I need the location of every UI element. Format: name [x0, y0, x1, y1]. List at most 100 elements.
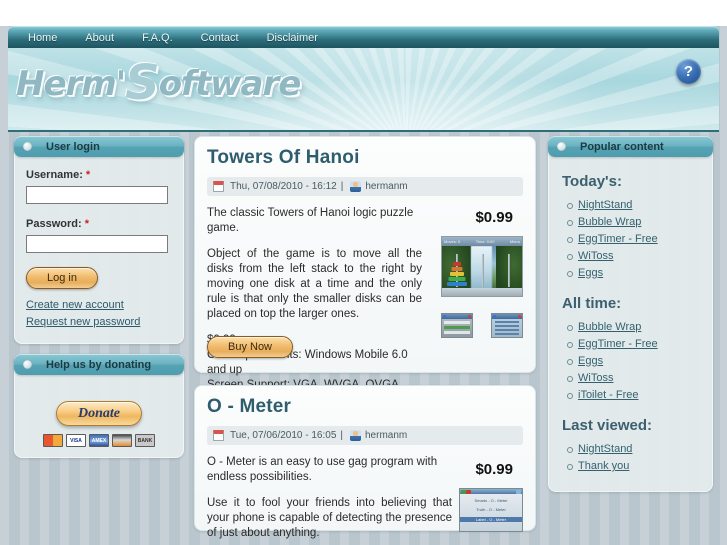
donate-title: Help us by donating — [46, 358, 152, 371]
list-item[interactable]: NightStand — [567, 443, 701, 455]
list-item[interactable]: NightStand — [567, 199, 701, 211]
thumb-icon-left — [443, 315, 446, 318]
ometer-line-3: Label - O - Meter — [460, 517, 522, 522]
popular-link[interactable]: EggTimer - Free — [578, 338, 658, 350]
popular-link[interactable]: Eggs — [578, 355, 603, 367]
username-label-text: Username: — [26, 169, 83, 181]
popular-link[interactable]: EggTimer - Free — [578, 233, 658, 245]
screenshot-hanoi-thumb-2[interactable] — [491, 313, 523, 338]
right-sidebar: Popular content Today's: NightStand Bubb… — [548, 136, 713, 502]
discover-icon — [112, 434, 132, 447]
popular-link[interactable]: Bubble Wrap — [578, 321, 641, 333]
username-required-mark: * — [85, 169, 91, 181]
donate-button[interactable]: Donate — [56, 401, 142, 426]
nav-item-about[interactable]: About — [85, 30, 114, 44]
main-content: Towers Of Hanoi Thu, 07/08/2010 - 16:12 … — [194, 136, 536, 543]
nav-link-contact[interactable]: Contact — [201, 32, 239, 44]
node-intro: O - Meter is an easy to use gag program … — [207, 456, 438, 483]
nav-link-about[interactable]: About — [85, 32, 114, 44]
mastercard-icon — [43, 434, 63, 447]
logo-part-2: oftware — [158, 64, 302, 104]
popular-link[interactable]: Thank you — [578, 460, 629, 472]
thumb-line-b — [495, 325, 519, 327]
list-item[interactable]: Eggs — [567, 267, 701, 279]
nav-item-disclaimer[interactable]: Disclaimer — [267, 30, 318, 44]
section-heading-last-viewed: Last viewed: — [562, 417, 653, 434]
popular-content-title: Popular content — [580, 140, 664, 153]
nav-link-faq[interactable]: F.A.Q. — [142, 32, 173, 44]
ometer-icon-blue — [516, 489, 521, 494]
list-item[interactable]: Eggs — [567, 355, 701, 367]
thumb-icon-right — [468, 315, 471, 318]
bullet-dot-icon — [557, 142, 566, 151]
node-description: Object of the game is to move all the di… — [207, 248, 422, 320]
popular-link[interactable]: NightStand — [578, 443, 632, 455]
popular-link[interactable]: iToilet - Free — [578, 389, 639, 401]
ometer-line-2: Truth - O - Meter — [476, 507, 506, 512]
section-heading-todays: Today's: — [562, 173, 622, 190]
popular-link[interactable]: Bubble Wrap — [578, 216, 641, 228]
site-logo[interactable]: Herm'Software — [16, 59, 302, 107]
node-title[interactable]: Towers Of Hanoi — [207, 147, 523, 169]
popular-list-all-time: Bubble Wrap EggTimer - Free Eggs WiToss … — [567, 321, 701, 401]
nav-item-contact[interactable]: Contact — [201, 30, 239, 44]
node-body: O - Meter is an easy to use gag program … — [207, 455, 452, 541]
bullet-dot-icon — [23, 360, 32, 369]
submitted-date: Thu, 07/08/2010 - 16:12 — [230, 181, 337, 192]
log-in-button[interactable]: Log in — [26, 267, 98, 289]
submitted-author[interactable]: hermanm — [365, 181, 407, 192]
list-item[interactable]: WiToss — [567, 250, 701, 262]
logo-part-1: Herm' — [16, 64, 126, 104]
donate-block-header: Help us by donating — [14, 354, 184, 375]
create-new-account-link[interactable]: Create new account — [26, 299, 172, 311]
nav-link-home[interactable]: Home — [28, 32, 57, 44]
node-o-meter: O - Meter Tue, 07/06/2010 - 16:05 | herm… — [194, 385, 536, 539]
thumb-line-a — [495, 321, 519, 323]
password-label-text: Password: — [26, 218, 82, 230]
user-login-title: User login — [46, 140, 100, 153]
popular-link[interactable]: WiToss — [578, 372, 613, 384]
popular-link[interactable]: Eggs — [578, 267, 603, 279]
screenshot-status-bar: Moves: 0 Time: 0:00 Menu — [442, 237, 522, 246]
page-columns: User login Username: * Password: * Log i… — [8, 136, 719, 545]
thumb-icon-left — [493, 315, 496, 318]
nav-item-faq[interactable]: F.A.Q. — [142, 30, 173, 44]
hanoi-tower-2 — [482, 254, 484, 287]
list-item[interactable]: iToilet - Free — [567, 389, 701, 401]
submitted-date: Tue, 07/06/2010 - 16:05 — [230, 430, 337, 441]
screenshot-bottom-bar — [442, 288, 522, 296]
submitted-author[interactable]: hermanm — [365, 430, 407, 441]
popular-list-last-viewed: NightStand Thank you — [567, 443, 701, 472]
list-item[interactable]: WiToss — [567, 372, 701, 384]
screenshot-time-label: Time: 0:00 — [475, 239, 495, 244]
popular-link[interactable]: WiToss — [578, 250, 613, 262]
request-new-password-link[interactable]: Request new password — [26, 316, 172, 328]
buy-now-button[interactable]: Buy Now — [207, 336, 293, 358]
nav-link-disclaimer[interactable]: Disclaimer — [267, 32, 318, 44]
screenshot-hanoi-main[interactable]: Moves: 0 Time: 0:00 Menu — [441, 236, 523, 297]
list-item[interactable]: EggTimer - Free — [567, 338, 701, 350]
password-input[interactable] — [26, 235, 168, 253]
donate-block: Help us by donating Donate VISA AMEX BAN… — [14, 354, 184, 458]
user-avatar-icon — [350, 430, 361, 441]
screenshot-ometer[interactable]: Smarts - O - Meter Truth - O - Meter Lab… — [459, 488, 523, 532]
popular-content-header: Popular content — [548, 136, 713, 157]
user-login-form: Username: * Password: * Log in Create ne… — [15, 157, 183, 328]
main-navigation: Home About F.A.Q. Contact Disclaimer — [8, 26, 719, 48]
screenshot-menu-label: Menu — [509, 239, 520, 244]
list-item[interactable]: Thank you — [567, 460, 701, 472]
help-question-icon[interactable]: ? — [676, 59, 701, 84]
list-item[interactable]: EggTimer - Free — [567, 233, 701, 245]
username-input[interactable] — [26, 186, 168, 204]
popular-link[interactable]: NightStand — [578, 199, 632, 211]
thumb-line-c — [495, 329, 519, 331]
hanoi-disk-2 — [448, 277, 466, 281]
nav-item-home[interactable]: Home — [28, 30, 57, 44]
screenshot-hanoi-thumb-1[interactable] — [441, 313, 473, 338]
popular-content-block: Popular content Today's: NightStand Bubb… — [548, 136, 713, 492]
hanoi-disk-5 — [453, 262, 461, 266]
list-item[interactable]: Bubble Wrap — [567, 321, 701, 333]
calendar-icon — [213, 430, 224, 441]
list-item[interactable]: Bubble Wrap — [567, 216, 701, 228]
node-title[interactable]: O - Meter — [207, 396, 523, 418]
